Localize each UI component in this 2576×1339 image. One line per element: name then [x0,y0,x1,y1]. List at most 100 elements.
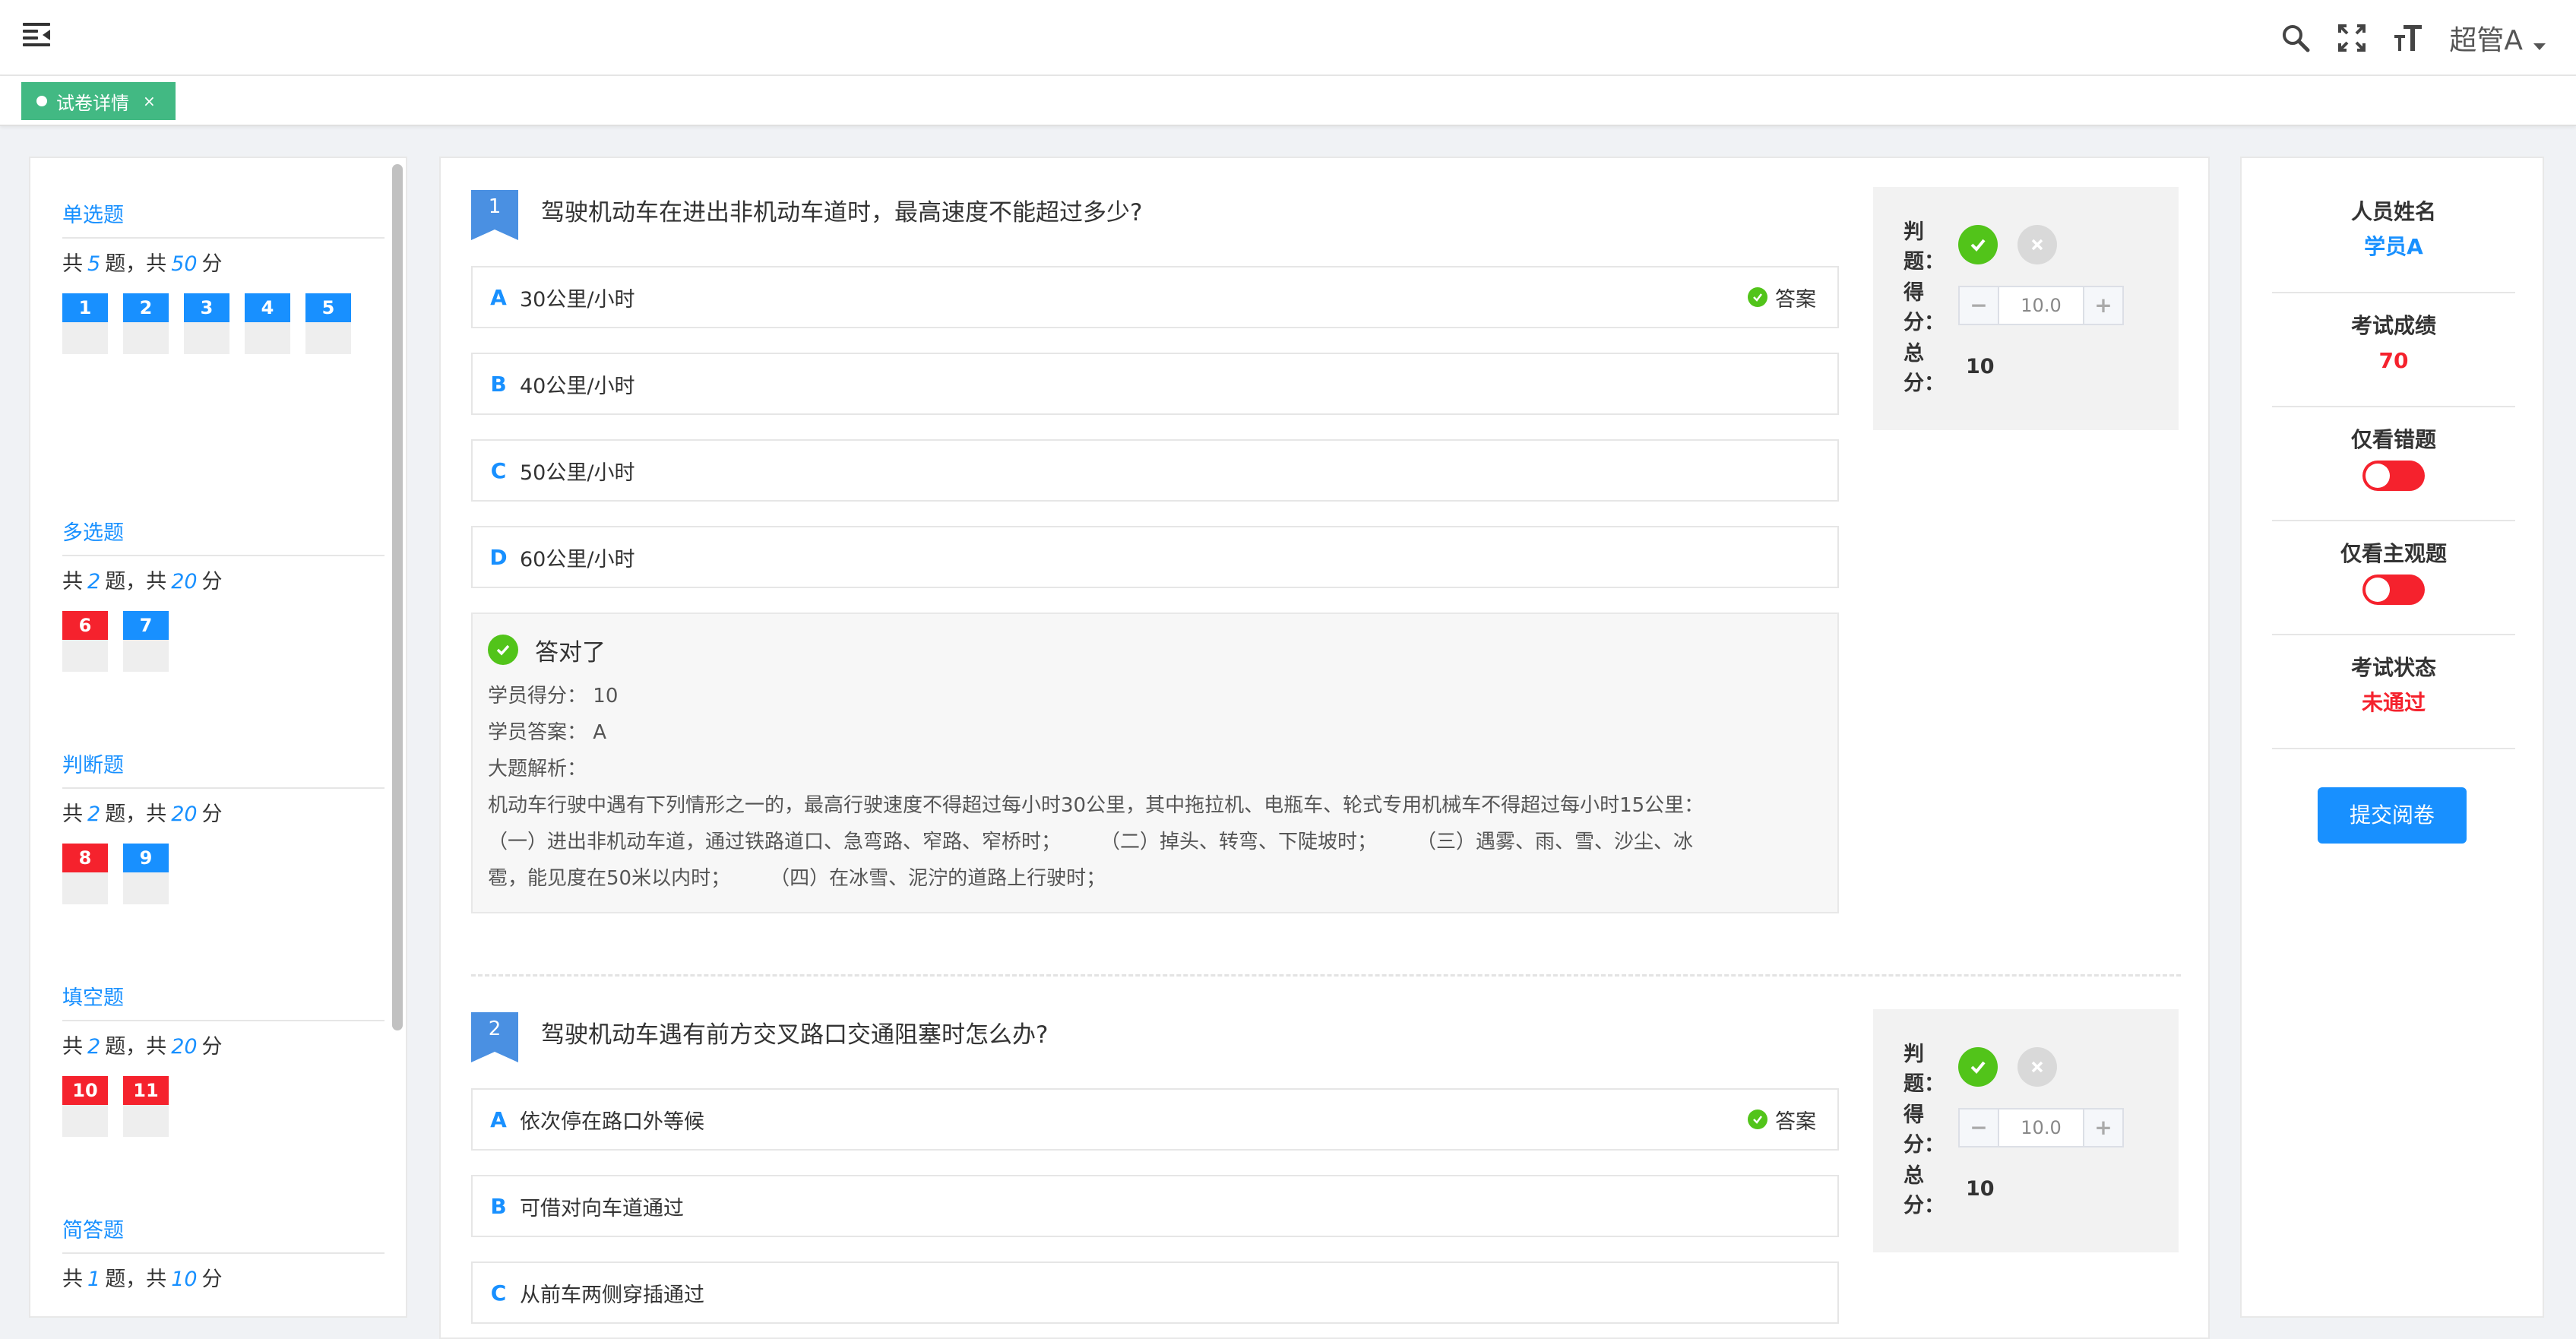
option-a: A 30公里/小时 答案 [471,266,1839,328]
total-value: 10 [1966,354,1995,378]
total-label: 总分： [1904,1164,1945,1217]
submit-review-button[interactable]: 提交阅卷 [2318,787,2467,844]
question-nav-item[interactable]: 3 [184,293,229,354]
category-true-false: 判断题 共 2 题，共 20 分 8 9 [62,745,385,904]
question-number: 1 [471,190,518,240]
check-circle-icon [1748,287,1767,307]
correct-answer-mark: 答案 [1748,267,1816,327]
question-nav-item[interactable]: 9 [123,844,169,904]
category-summary: 共 2 题，共 20 分 [62,1035,223,1059]
question-nav-item[interactable]: 7 [123,611,169,672]
person-name-value: 学员A [2364,234,2423,259]
tab-label: 试卷详情 [56,92,129,114]
tags-view: 试卷详情 × [0,76,2576,126]
analysis-text-3: 雹，能见度在50米以内时； （四）在冰雪、泥泞的道路上行驶时； [488,867,1106,890]
result-text: 答对了 [535,638,606,666]
option-c: C 从前车两侧穿插通过 [471,1261,1839,1324]
increment-button[interactable]: + [2084,287,2122,324]
category-short-answer: 简答题 共 1 题，共 10 分 [62,1210,385,1295]
exam-status: 考试状态 未通过 [2272,651,2515,720]
decrement-button[interactable]: − [1960,1110,1998,1146]
user-name: 超管A [2449,25,2523,56]
question-nav-item[interactable]: 10 [62,1076,108,1137]
option-c: C 50公里/小时 [471,439,1839,502]
grading-box: 判题： 得分： − 10.0 + 总分： 10 [1873,187,2179,430]
question-nav-item[interactable]: 8 [62,844,108,904]
category-title: 单选题 [62,195,385,239]
category-fill-blank: 填空题 共 2 题，共 20 分 10 11 [62,977,385,1137]
student-score: 学员得分： 10 [488,685,619,707]
category-summary: 共 1 题，共 10 分 [62,1268,223,1291]
check-circle-icon [488,635,518,665]
option-a: A 依次停在路口外等候 答案 [471,1088,1839,1151]
separator [2272,634,2515,635]
separator [2272,520,2515,521]
subjective-only-toggle[interactable] [2362,575,2425,605]
menu-toggle-icon[interactable] [23,23,50,47]
decrement-button[interactable]: − [1960,287,1998,324]
wrong-only-toggle[interactable] [2362,461,2425,491]
top-navbar: 超管A [0,0,2576,76]
increment-button[interactable]: + [2084,1110,2122,1146]
user-dropdown[interactable]: 超管A [2449,18,2546,58]
question-nav-item[interactable]: 1 [62,293,108,354]
separator [2272,292,2515,293]
student-answer: 学员答案： A [488,721,607,744]
mark-wrong-button[interactable] [2017,1047,2057,1087]
scrollbar[interactable] [392,164,403,1030]
option-d: D 60公里/小时 [471,526,1839,588]
mark-correct-button[interactable] [1958,225,1998,264]
total-value: 10 [1966,1176,1995,1201]
category-title: 简答题 [62,1210,385,1254]
subjective-only-filter: 仅看主观题 [2272,537,2515,605]
question-navigator: 单选题 共 5 题，共 50 分 1 2 3 4 5 多选题 共 2 题，共 20 分 6 7 … [29,157,407,1318]
correct-answer-mark: 答案 [1748,1090,1816,1149]
person-name: 人员姓名 学员A [2272,195,2515,264]
mark-correct-button[interactable] [1958,1047,1998,1087]
analysis-text-2: （一）进出非机动车道，通过铁路道口、急弯路、窄路、窄桥时； （二）掉头、转弯、下… [488,831,1694,853]
grading-box: 判题： 得分： − 10.0 + 总分： 10 [1873,1009,2179,1252]
exam-info-panel: 人员姓名 学员A 考试成绩 70 仅看错题 仅看主观题 考试状态 未通过 提交阅… [2240,157,2544,1318]
exam-score: 考试成绩 70 [2272,309,2515,378]
close-icon[interactable]: × [143,92,156,110]
option-b: B 40公里/小时 [471,353,1839,415]
wrong-only-filter: 仅看错题 [2272,423,2515,491]
judge-label: 判题： [1904,220,1945,274]
total-label: 总分： [1904,342,1945,395]
question-nav-item[interactable]: 6 [62,611,108,672]
question-nav-item[interactable]: 4 [245,293,290,354]
category-single-choice: 单选题 共 5 题，共 50 分 1 2 3 4 5 [62,195,385,354]
separator [2272,406,2515,407]
tab-exam-detail[interactable]: 试卷详情 × [21,82,176,120]
search-icon[interactable] [2280,23,2311,53]
score-stepper[interactable]: − 10.0 + [1958,1108,2124,1147]
separator [2272,748,2515,749]
category-title: 填空题 [62,977,385,1021]
font-size-icon[interactable] [2393,23,2423,53]
question-nav-item[interactable]: 2 [123,293,169,354]
category-multi-choice: 多选题 共 2 题，共 20 分 6 7 [62,512,385,672]
question-title: 驾驶机动车遇有前方交叉路口交通阻塞时怎么办? [541,1021,1049,1049]
analysis-label: 大题解析： [488,758,587,780]
analysis-text-1: 机动车行驶中遇有下列情形之一的，最高行驶速度不得超过每小时30公里，其中拖拉机、… [488,794,1704,817]
exam-score-value: 70 [2378,348,2409,373]
active-dot-icon [36,96,47,106]
category-summary: 共 5 题，共 50 分 [62,252,223,276]
category-summary: 共 2 题，共 20 分 [62,802,223,826]
exam-status-value: 未通过 [2361,690,2426,715]
question-nav-item[interactable]: 5 [305,293,351,354]
question-nav-item[interactable]: 11 [123,1076,169,1137]
score-input[interactable]: 10.0 [1998,1110,2084,1146]
category-title: 多选题 [62,512,385,556]
question-divider [471,974,2181,977]
score-stepper[interactable]: − 10.0 + [1958,286,2124,325]
mark-wrong-button[interactable] [2017,225,2057,264]
fullscreen-icon[interactable] [2337,23,2367,53]
judge-label: 判题： [1904,1043,1945,1096]
score-input[interactable]: 10.0 [1998,287,2084,324]
score-label: 得分： [1904,281,1945,334]
answer-analysis: 答对了 学员得分： 10 学员答案： A 大题解析： 机动车行驶中遇有下列情形之… [471,613,1839,913]
category-summary: 共 2 题，共 20 分 [62,570,223,594]
category-title: 判断题 [62,745,385,789]
question-number: 2 [471,1012,518,1062]
